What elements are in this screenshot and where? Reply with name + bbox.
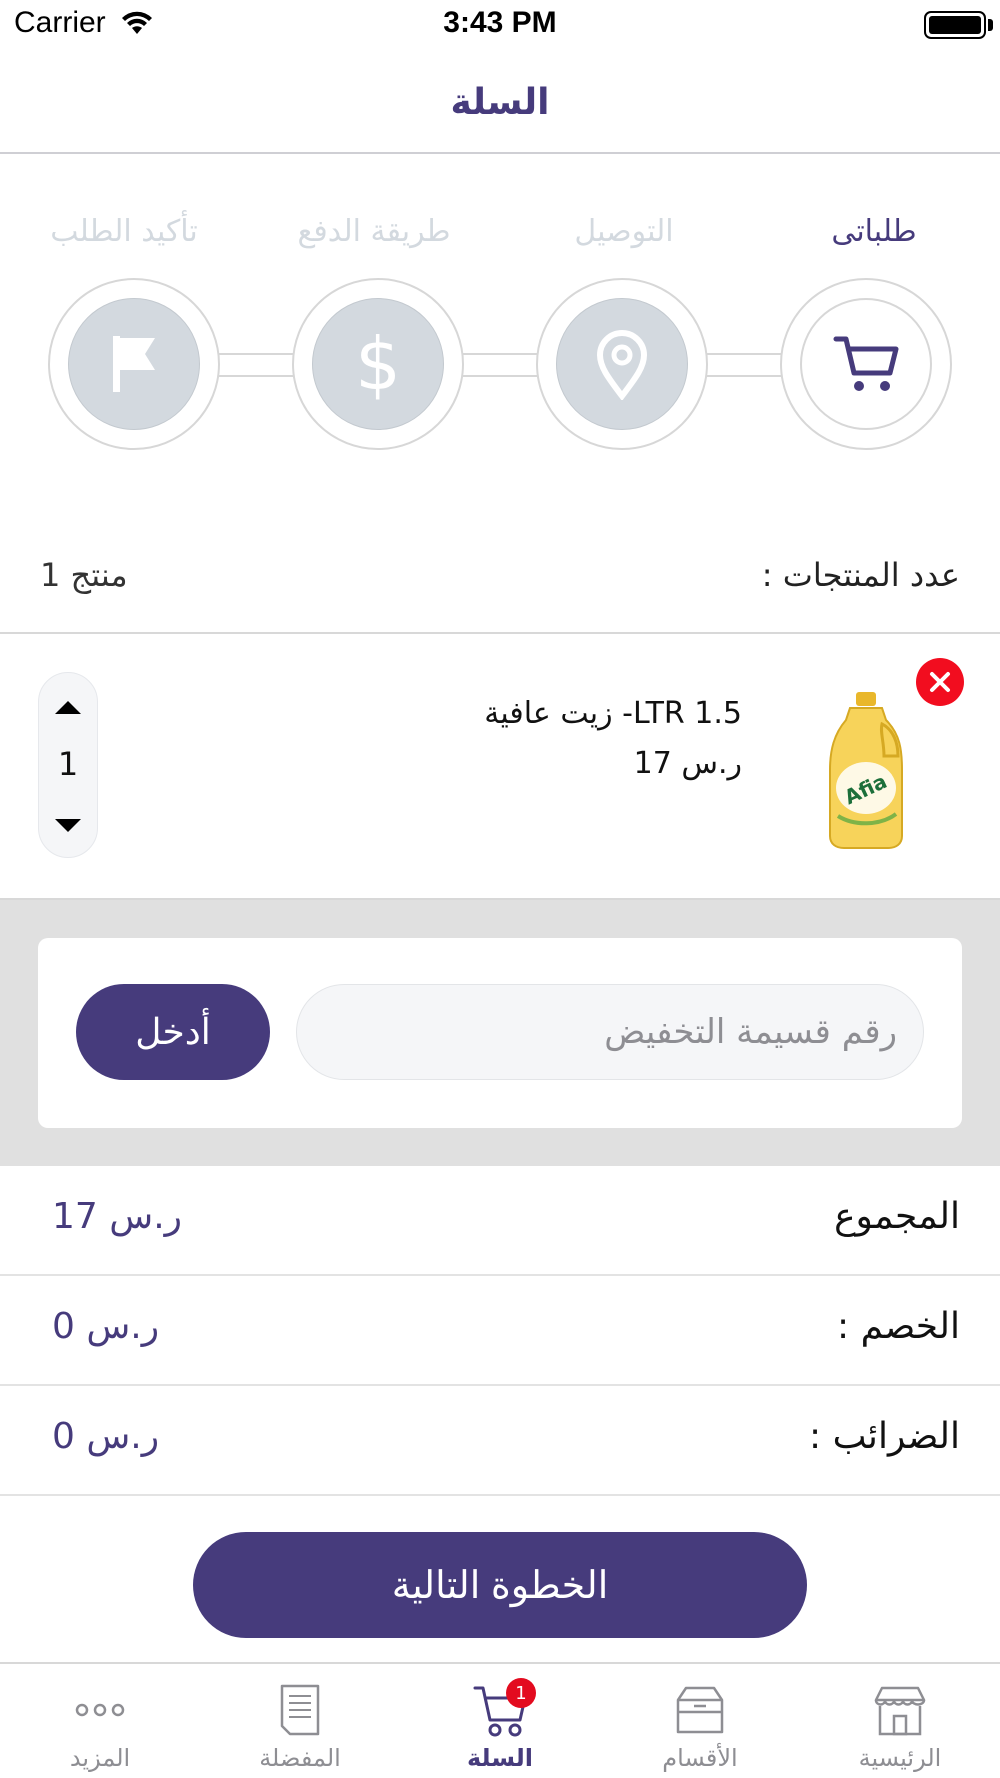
remove-item-button[interactable] xyxy=(916,658,964,706)
step-orders[interactable] xyxy=(780,278,952,450)
product-count-label: عدد المنتجات : xyxy=(761,556,960,594)
checkout-steps: تأكيد الطلب طريقة الدفع التوصيل طلباتى $ xyxy=(0,154,1000,514)
navigation-bar: السلة xyxy=(0,52,1000,154)
location-pin-icon xyxy=(596,330,648,400)
tax-row: الضرائب : 0 ر.س xyxy=(0,1386,1000,1496)
coupon-input[interactable] xyxy=(296,984,924,1080)
close-icon xyxy=(930,672,950,692)
status-bar: Carrier 3:43 PM xyxy=(0,0,1000,52)
tax-value: 0 ر.س xyxy=(52,1416,160,1457)
flag-icon xyxy=(113,336,155,392)
tab-label: السلة xyxy=(466,1744,533,1772)
decrease-quantity-button[interactable] xyxy=(55,819,81,832)
discount-value: 0 ر.س xyxy=(52,1306,160,1347)
tab-categories[interactable]: الأقسام xyxy=(600,1664,800,1778)
step-connector xyxy=(462,353,538,377)
total-row: المجموع 17 ر.س xyxy=(0,1166,1000,1276)
product-count-value: 1 منتج xyxy=(40,556,128,594)
tab-favorites[interactable]: المفضلة xyxy=(200,1664,400,1778)
clock: 3:43 PM xyxy=(443,6,557,39)
cart-item: Afia زيت عافية -LTR 1.5 17 ر.س 1 xyxy=(0,634,1000,900)
item-name: زيت عافية -LTR 1.5 xyxy=(484,696,742,731)
step-label-payment: طريقة الدفع xyxy=(297,214,451,249)
coupon-card: أدخل xyxy=(38,938,962,1128)
box-icon xyxy=(676,1686,724,1734)
quantity-value: 1 xyxy=(57,745,79,783)
total-label: المجموع xyxy=(834,1196,960,1237)
step-connector xyxy=(218,353,294,377)
product-count-row: عدد المنتجات : 1 منتج xyxy=(0,534,1000,634)
battery-tip xyxy=(988,19,993,31)
tab-bar: المزيد المفضلة 1 السلة الأقسام الرئيسية xyxy=(0,1662,1000,1778)
document-icon xyxy=(280,1684,320,1736)
tab-cart[interactable]: 1 السلة xyxy=(400,1664,600,1778)
tax-label: الضرائب : xyxy=(809,1416,960,1457)
cart-badge: 1 xyxy=(506,1678,536,1708)
step-payment[interactable]: $ xyxy=(292,278,464,450)
dollar-icon: $ xyxy=(355,327,401,401)
total-value: 17 ر.س xyxy=(52,1196,183,1237)
tab-more[interactable]: المزيد xyxy=(0,1664,200,1778)
tab-label: الأقسام xyxy=(662,1744,738,1772)
battery-icon xyxy=(924,11,986,39)
step-delivery[interactable] xyxy=(536,278,708,450)
discount-label: الخصم : xyxy=(837,1306,960,1347)
quantity-stepper: 1 xyxy=(38,672,98,858)
step-confirm[interactable] xyxy=(48,278,220,450)
tab-home[interactable]: الرئيسية xyxy=(800,1664,1000,1778)
more-icon xyxy=(75,1703,125,1717)
step-label-delivery: التوصيل xyxy=(574,214,674,249)
tab-label: الرئيسية xyxy=(858,1744,942,1772)
next-step-button[interactable]: الخطوة التالية xyxy=(193,1532,807,1638)
apply-coupon-button[interactable]: أدخل xyxy=(76,984,270,1080)
step-connector xyxy=(706,353,782,377)
tab-label: المفضلة xyxy=(259,1744,341,1772)
step-label-orders: طلباتى xyxy=(831,214,917,249)
discount-row: الخصم : 0 ر.س xyxy=(0,1276,1000,1386)
svg-text:$: $ xyxy=(355,327,401,401)
store-icon xyxy=(874,1686,926,1736)
increase-quantity-button[interactable] xyxy=(55,701,81,714)
oil-bottle-icon: Afia xyxy=(829,692,903,849)
coupon-section: أدخل xyxy=(0,900,1000,1166)
step-label-confirm: تأكيد الطلب xyxy=(50,214,198,249)
item-price: 17 ر.س xyxy=(633,746,742,781)
tab-label: المزيد xyxy=(69,1744,131,1772)
cart-icon xyxy=(833,336,899,391)
page-title: السلة xyxy=(450,82,550,123)
